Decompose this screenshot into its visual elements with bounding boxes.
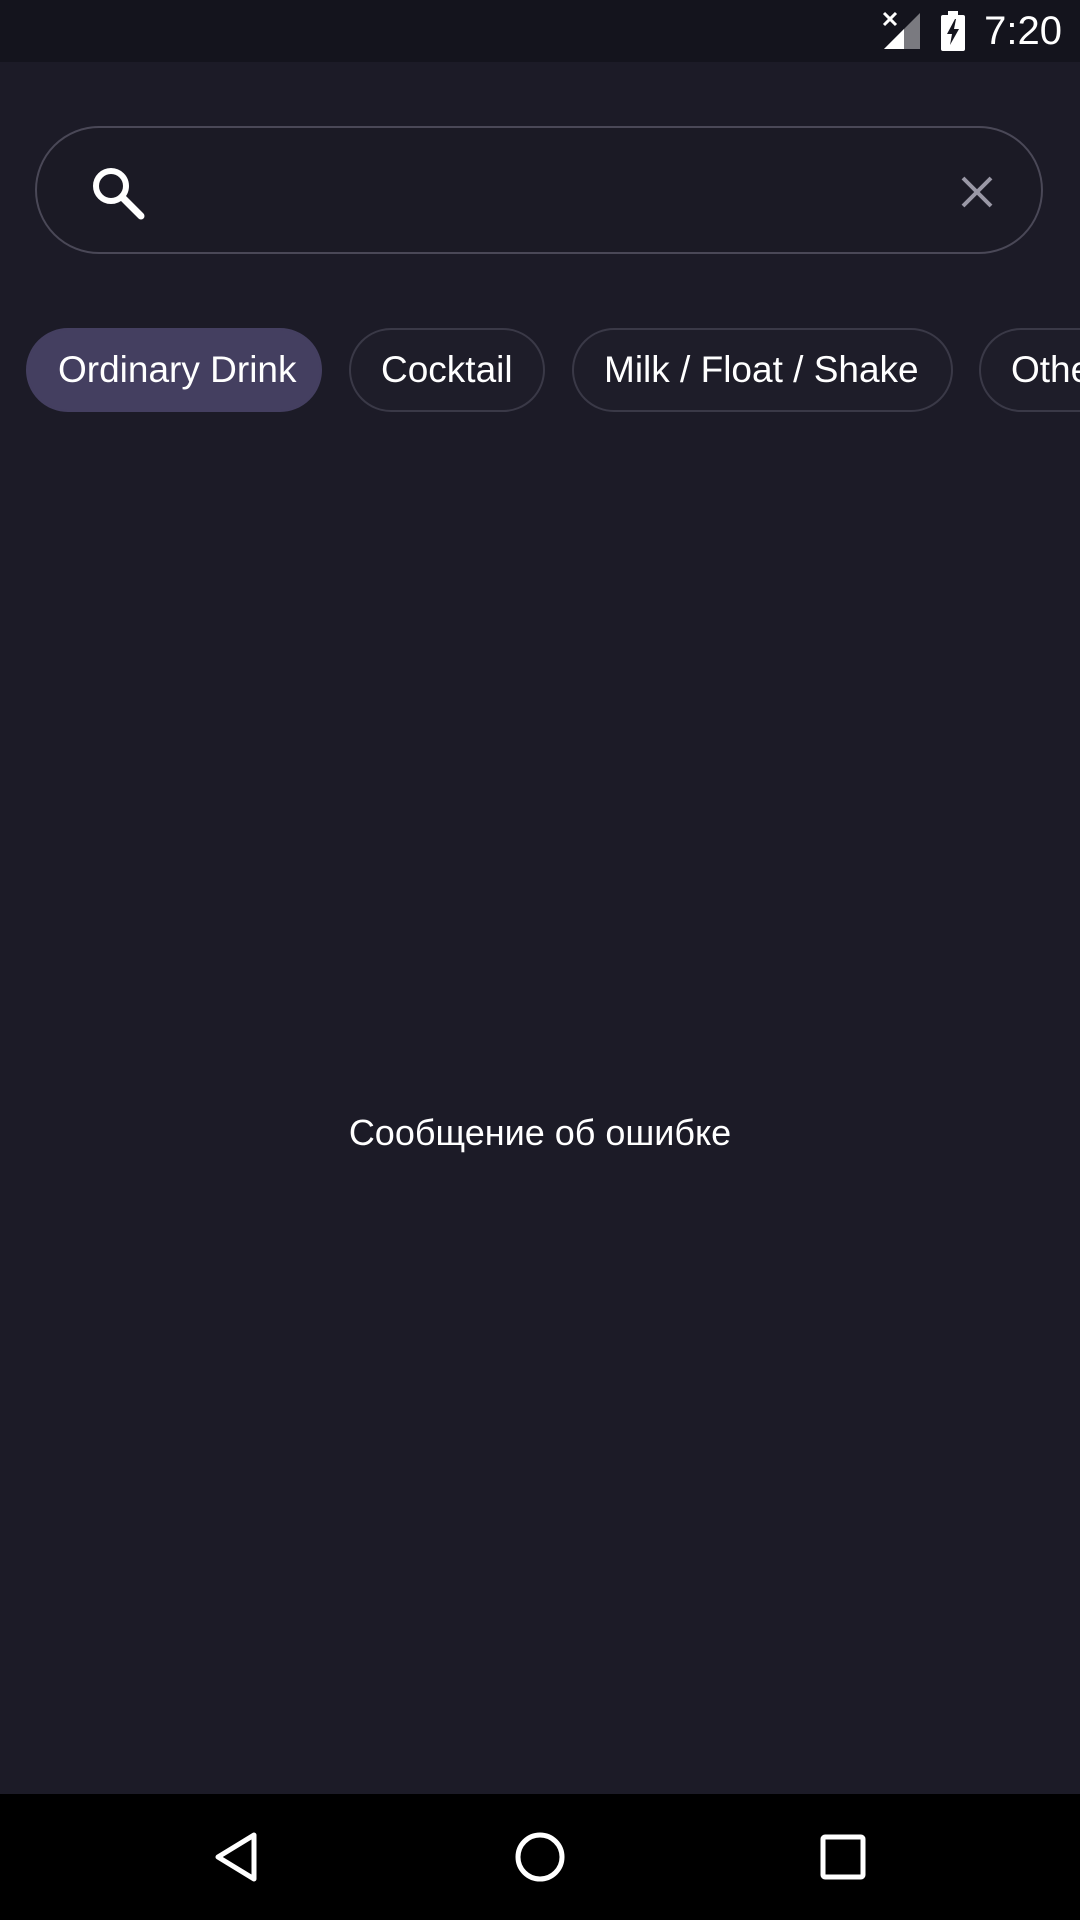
status-time: 7:20	[984, 8, 1062, 53]
status-icons: 7:20	[882, 0, 1062, 62]
recents-icon[interactable]	[813, 1827, 873, 1887]
search-icon	[93, 168, 145, 220]
back-icon[interactable]	[206, 1827, 266, 1887]
error-message: Сообщение об ошибке	[348, 1112, 732, 1153]
chip-ordinary-drink[interactable]: Ordinary Drink	[26, 328, 322, 412]
signal-no-data-icon	[883, 11, 921, 49]
navigation-bar	[0, 1794, 1080, 1920]
search-bar[interactable]	[35, 126, 1043, 254]
chip-other[interactable]: Othe	[979, 328, 1080, 412]
close-icon[interactable]	[953, 168, 1001, 216]
category-chips: Ordinary Drink Cocktail Milk / Float / S…	[26, 328, 1080, 412]
screen: 7:20 Ordinary Drink Cocktail Milk / Floa…	[0, 0, 1080, 1920]
chip-cocktail[interactable]: Cocktail	[349, 328, 545, 412]
search-input[interactable]	[177, 152, 961, 234]
home-icon[interactable]	[510, 1827, 570, 1887]
battery-charging-icon	[941, 11, 966, 51]
status-bar: 7:20	[0, 0, 1080, 62]
chip-milk-float-shake[interactable]: Milk / Float / Shake	[572, 328, 953, 412]
